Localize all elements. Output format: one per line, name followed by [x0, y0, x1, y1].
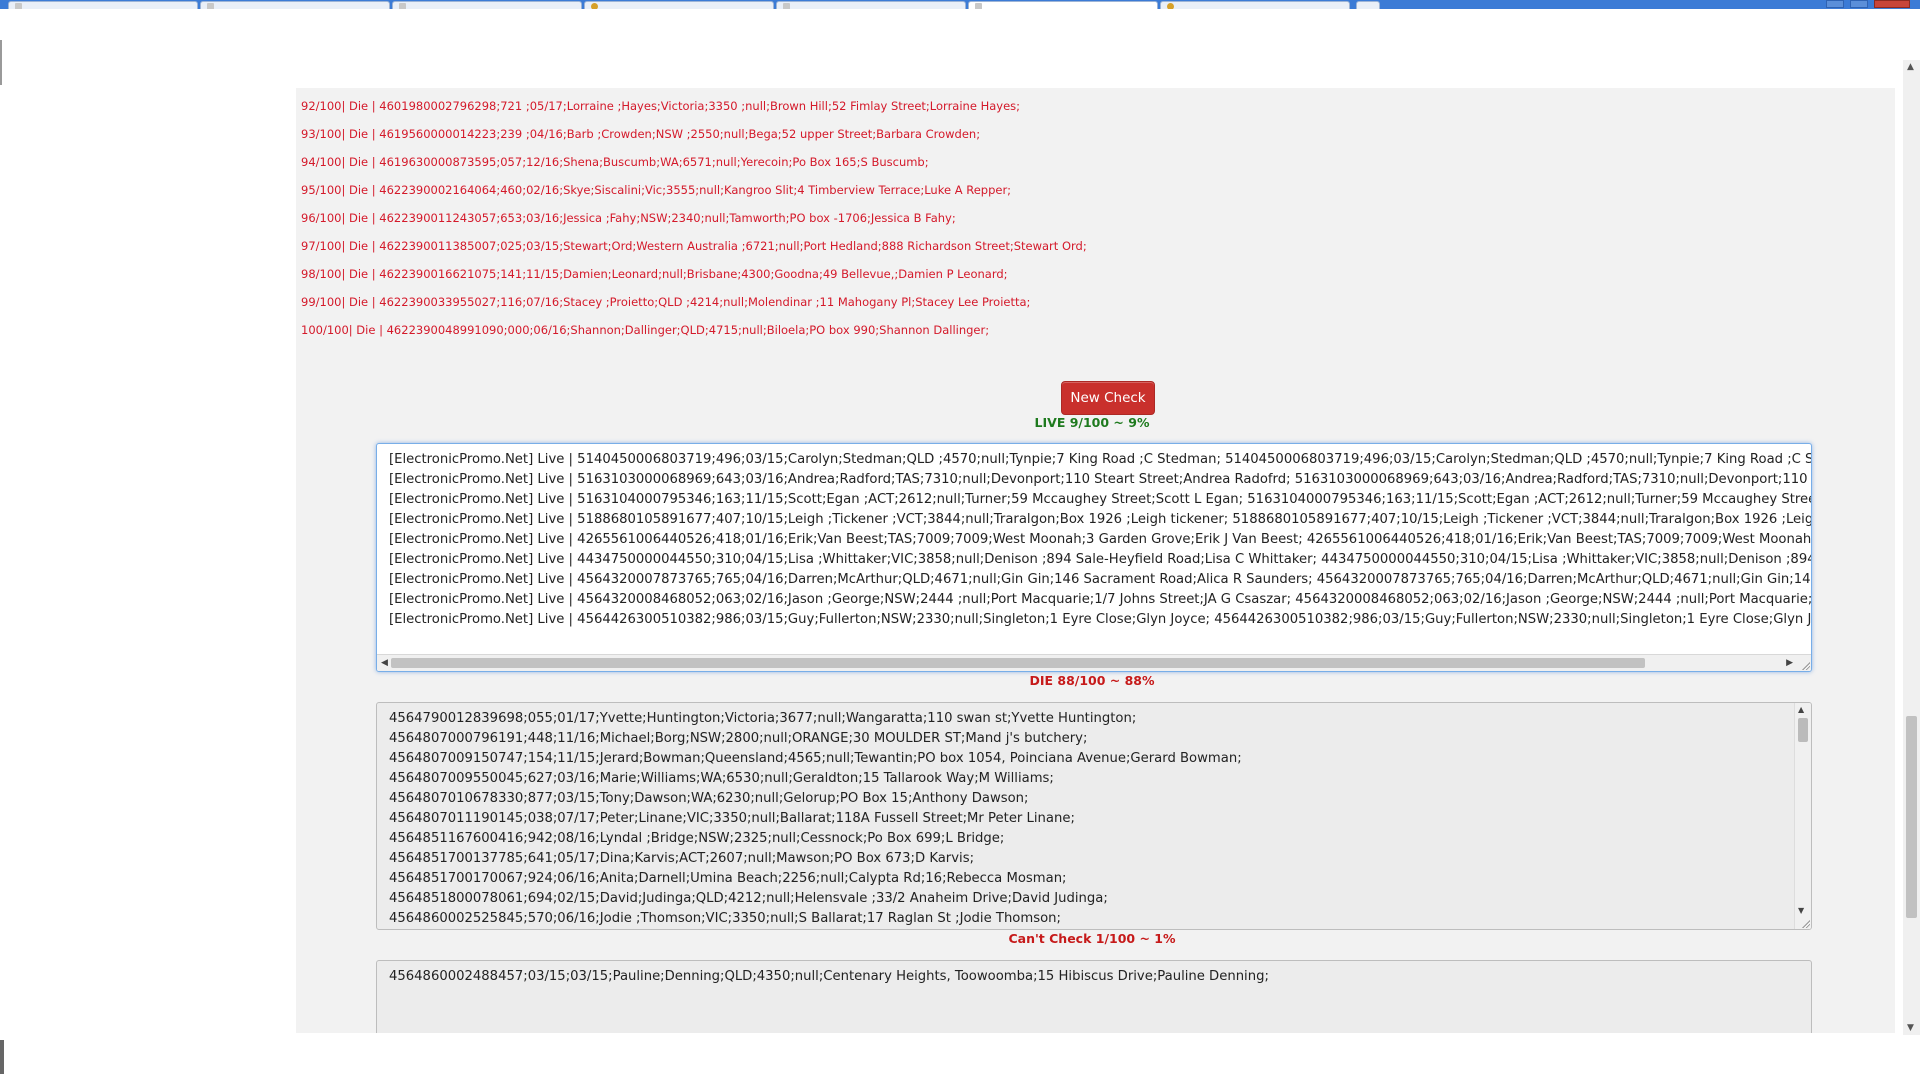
scroll-down-icon[interactable]: ▼: [1798, 906, 1804, 915]
checker-panel: 92/100| Die | 4601980002796298;721 ;05/1…: [296, 88, 1895, 1033]
live-line: [ElectronicPromo.Net] Live | 44347500000…: [389, 552, 1812, 567]
maximize-button[interactable]: [1850, 0, 1868, 8]
minimize-button[interactable]: [1826, 0, 1844, 8]
browser-tab[interactable]: [776, 1, 966, 9]
page-icon: [399, 3, 406, 9]
result-line-die: 99/100| Die | 4622390033955027;116;07/16…: [301, 295, 1031, 309]
result-line-die: 92/100| Die | 4601980002796298;721 ;05/1…: [301, 99, 1021, 113]
live-line: [ElectronicPromo.Net] Live | 42655610064…: [389, 532, 1812, 547]
resize-grip-icon[interactable]: [1801, 919, 1810, 928]
browser-tab[interactable]: [200, 1, 390, 9]
page-scrollbar-thumb[interactable]: [1906, 716, 1917, 918]
page-icon: [783, 3, 790, 9]
die-line: 4564807000796191;448;11/16;Michael;Borg;…: [389, 731, 1088, 746]
die-line: 4564807011190145;038;07/17;Peter;Linane;…: [389, 811, 1075, 826]
live-line: [ElectronicPromo.Net] Live | 51404500068…: [389, 452, 1812, 467]
browser-tab[interactable]: [1160, 1, 1350, 9]
live-line: [ElectronicPromo.Net] Live | 51886801058…: [389, 512, 1812, 527]
die-line: 4564807010678330;877;03/15;Tony;Dawson;W…: [389, 791, 1029, 806]
die-line: 4564807009150747;154;11/15;Jerard;Bowman…: [389, 751, 1242, 766]
browser-tab[interactable]: [584, 1, 774, 9]
browser-tab[interactable]: [8, 1, 198, 9]
scroll-left-icon[interactable]: ◀: [381, 657, 388, 669]
die-line: 4564790012839698;055;01/17;Yvette;Huntin…: [389, 711, 1137, 726]
live-line: [ElectronicPromo.Net] Live | 45643200084…: [389, 592, 1812, 607]
new-check-button[interactable]: New Check: [1061, 381, 1155, 415]
page-icon: [207, 3, 214, 9]
result-line-die: 96/100| Die | 4622390011243057;653;03/16…: [301, 211, 956, 225]
live-results-textarea[interactable]: [ElectronicPromo.Net] Live | 51404500068…: [376, 443, 1812, 672]
resize-grip-icon[interactable]: [1801, 661, 1810, 670]
result-line-die: 98/100| Die | 4622390016621075;141;11/15…: [301, 267, 1008, 281]
cant-check-line: 4564860002488457;03/15;03/15;Pauline;Den…: [389, 969, 1269, 984]
scroll-down-icon[interactable]: ▼: [1907, 1023, 1914, 1033]
live-line: [ElectronicPromo.Net] Live | 51631040007…: [389, 492, 1812, 507]
result-line-die: 93/100| Die | 4619560000014223;239 ;04/1…: [301, 127, 981, 141]
scrollbar-thumb[interactable]: [1798, 718, 1808, 742]
scrollbar-thumb[interactable]: [391, 658, 1645, 668]
horizontal-scrollbar[interactable]: ◀ ▶: [377, 654, 1811, 671]
die-line: 4564860002525845;570;06/16;Jodie ;Thomso…: [389, 911, 1061, 926]
vertical-scrollbar[interactable]: ▲ ▼: [1794, 703, 1811, 929]
die-line: 4564851800078061;694;02/15;David;Judinga…: [389, 891, 1108, 906]
result-line-die: 95/100| Die | 4622390002164064;460;02/16…: [301, 183, 1012, 197]
scroll-up-icon[interactable]: ▲: [1907, 62, 1914, 72]
result-line-die: 94/100| Die | 4619630000873595;057;12/16…: [301, 155, 929, 169]
close-window-button[interactable]: [1874, 0, 1910, 8]
status-area: [0, 1035, 1920, 1080]
cant-check-textarea[interactable]: 4564860002488457;03/15;03/15;Pauline;Den…: [376, 960, 1812, 1033]
live-line: [ElectronicPromo.Net] Live | 51631030000…: [389, 472, 1812, 487]
globe-icon: [1167, 3, 1174, 9]
browser-tab[interactable]: [392, 1, 582, 9]
page-icon: [15, 3, 22, 9]
browser-tab-strip: [0, 0, 1920, 9]
die-line: 4564851700137785;641;05/17;Dina;Karvis;A…: [389, 851, 975, 866]
new-tab-button[interactable]: [1356, 1, 1380, 9]
window-edge: [0, 40, 2, 85]
live-line: [ElectronicPromo.Net] Live | 45643200078…: [389, 572, 1812, 587]
page-scrollbar[interactable]: ▲ ▼: [1903, 60, 1920, 1035]
live-line: [ElectronicPromo.Net] Live | 45644263005…: [389, 612, 1812, 627]
result-line-die: 97/100| Die | 4622390011385007;025;03/15…: [301, 239, 1087, 253]
window-edge: [0, 1040, 4, 1074]
scroll-up-icon[interactable]: ▲: [1798, 705, 1804, 714]
live-summary: LIVE 9/100 ~ 9%: [1034, 415, 1150, 430]
die-summary: DIE 88/100 ~ 88%: [1029, 673, 1155, 688]
die-line: 4564851700170067;924;06/16;Anita;Darnell…: [389, 871, 1067, 886]
die-line: 4564851167600416;942;08/16;Lyndal ;Bridg…: [389, 831, 1005, 846]
browser-tab-active[interactable]: [968, 1, 1158, 9]
die-line: 4564807009550045;627;03/16;Marie;William…: [389, 771, 1054, 786]
globe-icon: [591, 3, 598, 9]
die-results-textarea[interactable]: 4564790012839698;055;01/17;Yvette;Huntin…: [376, 702, 1812, 930]
scroll-right-icon[interactable]: ▶: [1786, 657, 1793, 669]
page-icon: [975, 3, 982, 9]
cant-check-summary: Can't Check 1/100 ~ 1%: [1008, 931, 1176, 946]
result-line-die: 100/100| Die | 4622390048991090;000;06/1…: [301, 323, 990, 337]
